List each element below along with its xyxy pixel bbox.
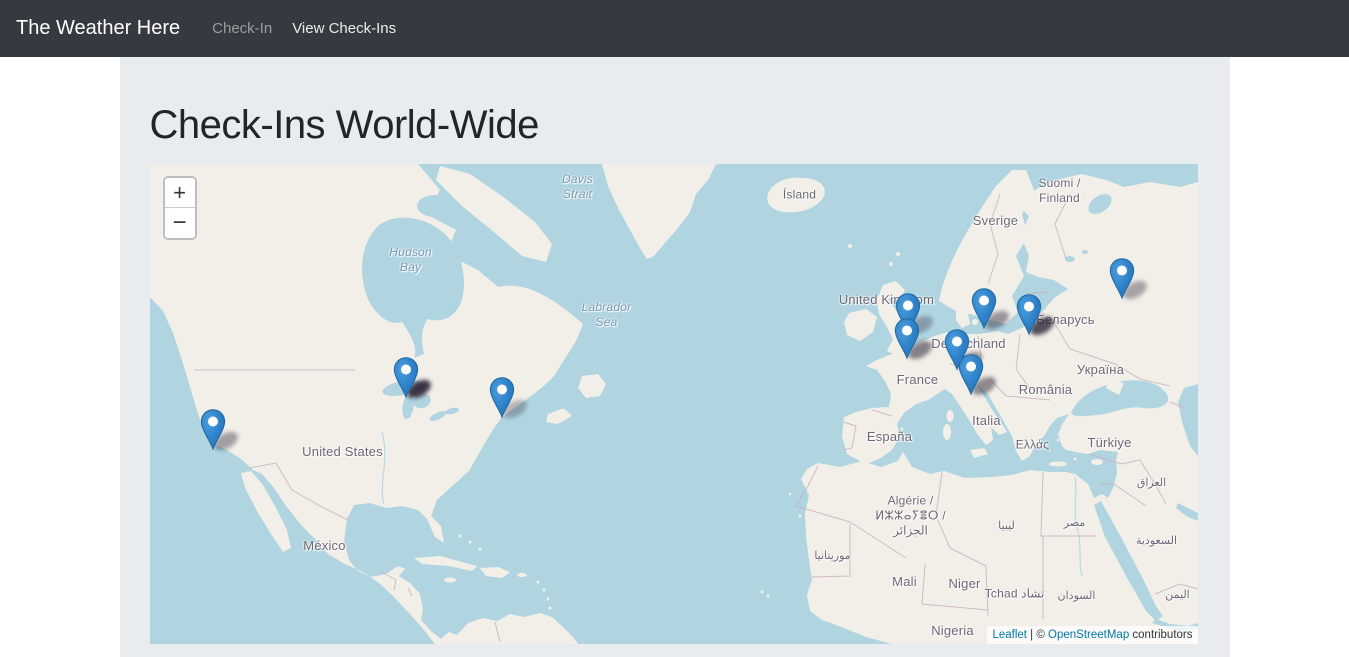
page-container: Check-Ins World-Wide	[120, 57, 1230, 657]
brand-link[interactable]: The Weather Here	[16, 17, 180, 40]
navbar: The Weather Here Check-In View Check-Ins	[0, 0, 1349, 57]
map-zoom-control: + −	[163, 176, 197, 240]
nav-link-view-check-ins[interactable]: View Check-Ins	[282, 12, 406, 45]
page-title: Check-Ins World-Wide	[150, 101, 1199, 149]
zoom-out-button[interactable]: −	[165, 208, 195, 238]
zoom-in-button[interactable]: +	[165, 178, 195, 208]
openstreetmap-link[interactable]: OpenStreetMap	[1048, 629, 1129, 641]
attribution-separator: | ©	[1027, 629, 1048, 641]
attribution-suffix: contributors	[1129, 629, 1192, 641]
world-map[interactable]: Davis StraitHudson BayLabrador SeaÍsland…	[150, 164, 1198, 644]
nav-link-check-in[interactable]: Check-In	[202, 12, 282, 45]
leaflet-link[interactable]: Leaflet	[992, 629, 1027, 641]
marker-layer	[150, 164, 1198, 644]
map-attribution: Leaflet | © OpenStreetMap contributors	[987, 626, 1197, 644]
